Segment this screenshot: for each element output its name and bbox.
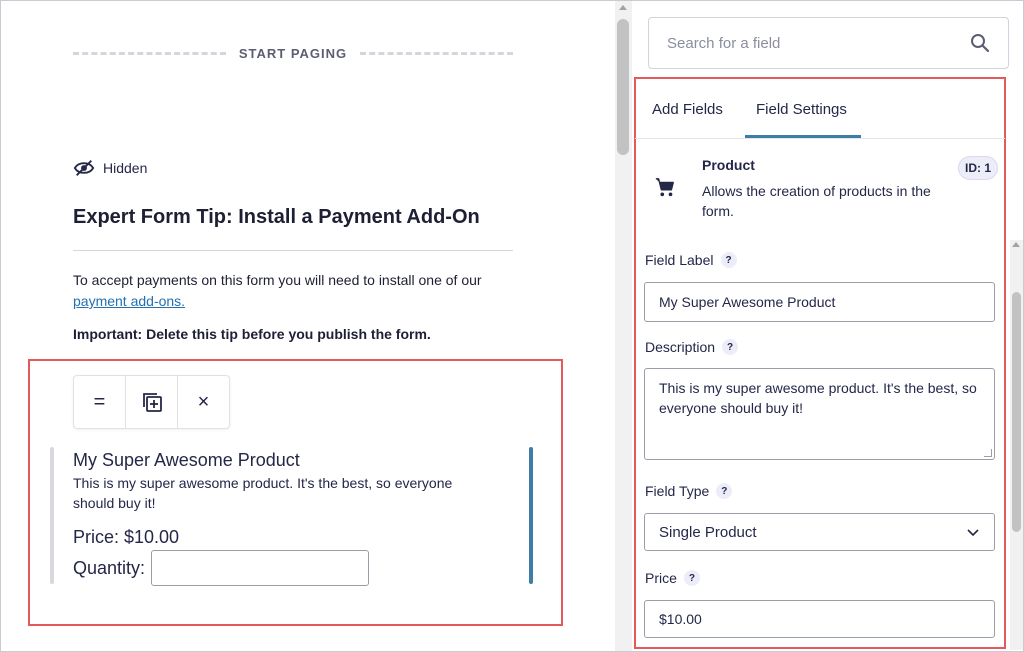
scroll-up-arrow-icon[interactable] [1012, 242, 1020, 247]
price-input[interactable]: $10.00 [644, 600, 995, 638]
description-textarea[interactable]: This is my super awesome product. It's t… [644, 368, 995, 460]
field-id-badge: ID: 1 [958, 156, 998, 180]
move-field-button[interactable]: = [74, 376, 126, 428]
product-price: Price: $10.00 [73, 527, 180, 547]
cart-icon [655, 178, 674, 197]
active-tab-indicator [745, 135, 861, 138]
scrollbar-thumb[interactable] [617, 19, 629, 155]
hidden-label: Hidden [103, 160, 148, 176]
eye-slash-icon [73, 160, 95, 176]
field-search-input[interactable]: Search for a field [648, 17, 1009, 69]
price-label: Price ? [645, 570, 700, 586]
drag-handle-icon: = [93, 390, 106, 413]
description-label: Description ? [645, 339, 739, 355]
tab-add-fields[interactable]: Add Fields [652, 101, 723, 118]
help-icon[interactable]: ? [683, 570, 700, 586]
help-icon[interactable]: ? [720, 252, 737, 268]
duplicate-icon [142, 393, 162, 412]
field-label-label: Field Label ? [645, 252, 737, 268]
paging-dash-right [360, 51, 514, 55]
product-name: My Super Awesome Product [73, 450, 300, 470]
paging-label: START PAGING [238, 45, 348, 61]
help-icon[interactable]: ? [716, 483, 733, 499]
resize-handle-icon[interactable] [984, 449, 992, 457]
hidden-indicator: Hidden [73, 158, 147, 178]
canvas-scrollbar[interactable] [615, 1, 632, 651]
chevron-down-icon [967, 529, 979, 537]
payment-addons-link[interactable]: payment add-ons. [73, 293, 185, 309]
field-label-input[interactable]: My Super Awesome Product [644, 282, 995, 322]
tip-title: Expert Form Tip: Install a Payment Add-O… [73, 206, 480, 228]
search-placeholder: Search for a field [667, 34, 781, 52]
sidebar-tabs: Add Fields Field Settings [635, 79, 1005, 139]
price-label-text: Price [645, 570, 677, 586]
field-type-label-text: Field Type [645, 483, 710, 499]
sidebar-scrollbar[interactable] [1010, 240, 1023, 650]
field-left-accent [50, 447, 54, 584]
field-type-label: Field Type ? [645, 483, 733, 499]
form-canvas: START PAGING Hidden Expert Form Tip: Ins… [1, 1, 615, 651]
tip-text-body: To accept payments on this form you will… [73, 272, 482, 288]
tip-important: Important: Delete this tip before you pu… [73, 326, 431, 342]
field-type-select[interactable]: Single Product [644, 513, 995, 551]
description-label-text: Description [645, 339, 716, 355]
start-paging-divider[interactable]: START PAGING [73, 45, 514, 61]
field-label-text: Field Label [645, 252, 714, 268]
search-icon[interactable] [970, 33, 990, 53]
duplicate-field-button[interactable] [126, 376, 178, 428]
tip-text: To accept payments on this form you will… [73, 270, 513, 312]
field-sidebar: Search for a field Add Fields Field Sett… [632, 1, 1023, 651]
field-right-accent [529, 447, 533, 584]
tip-divider [73, 250, 513, 251]
field-type-title: Product [702, 157, 755, 173]
quantity-input[interactable] [151, 550, 369, 586]
highlight-box-settings [634, 77, 1006, 649]
description-value: This is my super awesome product. It's t… [659, 380, 977, 416]
quantity-label: Quantity: [73, 558, 146, 578]
field-type-description: Allows the creation of products in the f… [702, 183, 931, 219]
field-type-value: Single Product [659, 523, 757, 541]
sidebar-scrollbar-thumb[interactable] [1012, 292, 1021, 532]
delete-field-button[interactable]: × [178, 376, 229, 428]
scroll-up-arrow-icon[interactable] [619, 5, 627, 10]
help-icon[interactable]: ? [722, 339, 739, 355]
tab-field-settings[interactable]: Field Settings [756, 101, 847, 118]
field-toolbar: = × [73, 375, 230, 429]
paging-dash-left [73, 51, 226, 55]
product-description: This is my super awesome product. It's t… [73, 475, 453, 511]
close-icon: × [197, 390, 210, 413]
